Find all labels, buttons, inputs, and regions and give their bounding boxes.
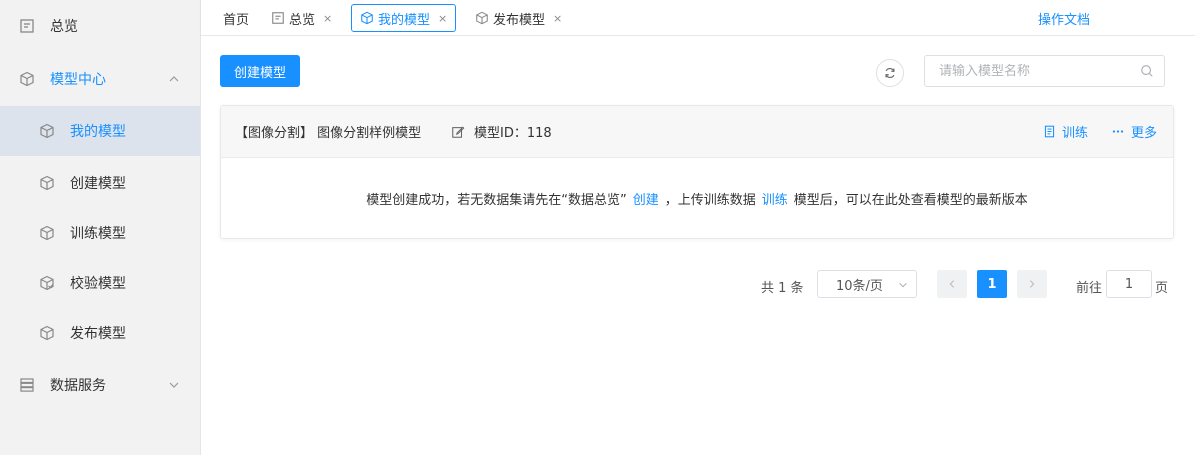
tab-label: 首页 (223, 12, 250, 28)
main-content: 创建模型 【图像分割】 图像分割样例模型 模型ID：118 训练 更多 模型创建… (201, 36, 1195, 455)
sidebar-item-data-service[interactable]: 数据服务 (0, 360, 200, 410)
sidebar-item-validate-model[interactable]: 校验模型 (0, 258, 200, 308)
close-icon[interactable]: × (438, 12, 447, 25)
chevron-right-icon (1029, 280, 1035, 288)
more-label: 更多 (1131, 126, 1158, 141)
sidebar-item-label: 发布模型 (70, 326, 126, 342)
message-text: ，上传训练数据 (664, 192, 756, 208)
model-card-header: 【图像分割】 图像分割样例模型 模型ID：118 训练 更多 (221, 106, 1173, 158)
sidebar-item-publish-model[interactable]: 发布模型 (0, 308, 200, 358)
cube-icon (360, 11, 374, 25)
create-dataset-link[interactable]: 创建 (633, 189, 659, 208)
page-size-select[interactable]: 10条/页 (817, 270, 917, 298)
edit-icon[interactable] (451, 125, 465, 139)
prev-page-button[interactable] (937, 270, 967, 298)
cube-icon (39, 175, 55, 191)
tab-bar: 首页 总览 × 我的模型 × 发布模型 × 操作文档 (201, 0, 1195, 36)
train-label: 训练 (1062, 126, 1089, 141)
dashboard-icon (271, 11, 285, 25)
tab-label: 发布模型 (493, 12, 546, 28)
goto-suffix: 页 (1155, 281, 1169, 296)
sidebar-item-label: 总览 (50, 19, 78, 35)
more-button[interactable]: 更多 (1111, 122, 1157, 141)
close-icon[interactable]: × (553, 12, 562, 25)
model-card-message: 模型创建成功，若无数据集请先在“数据总览” 创建 ，上传训练数据 训练 模型后，… (221, 158, 1173, 238)
cube-icon (39, 225, 55, 241)
page-number-button[interactable]: 1 (977, 270, 1007, 298)
next-page-button[interactable] (1017, 270, 1047, 298)
model-card-title: 【图像分割】 图像分割样例模型 (235, 126, 422, 141)
search-box (924, 55, 1165, 87)
sidebar-item-label: 创建模型 (70, 176, 126, 192)
tab-home[interactable]: 首页 (223, 4, 249, 32)
sidebar: 总览 模型中心 我的模型 创建模型 训练模型 校验模型 发布模型 数据服务 (0, 0, 201, 455)
pagination-total: 共 1 条 (761, 281, 804, 296)
goto-page-input[interactable]: 1 (1106, 270, 1152, 298)
sidebar-item-my-models[interactable]: 我的模型 (0, 106, 200, 156)
chevron-down-icon (169, 382, 179, 388)
message-text: 模型创建成功，若无数据集请先在“数据总览” (366, 192, 627, 208)
cube-icon (19, 71, 35, 87)
model-card: 【图像分割】 图像分割样例模型 模型ID：118 训练 更多 模型创建成功，若无… (220, 105, 1174, 239)
close-icon[interactable]: × (323, 12, 332, 25)
sidebar-item-create-model[interactable]: 创建模型 (0, 158, 200, 208)
tab-label: 总览 (289, 12, 316, 28)
sidebar-item-train-model[interactable]: 训练模型 (0, 208, 200, 258)
search-input[interactable] (939, 63, 1129, 79)
chevron-up-icon (169, 76, 179, 82)
more-dots-icon (1112, 130, 1124, 133)
message-text: 模型后，可以在此处查看模型的最新版本 (793, 192, 1028, 208)
tab-label: 我的模型 (378, 12, 431, 28)
server-icon (19, 377, 35, 393)
sidebar-item-label: 数据服务 (50, 378, 106, 394)
sidebar-item-label: 训练模型 (70, 226, 126, 242)
tab-publish-model[interactable]: 发布模型 × (475, 4, 562, 32)
sidebar-item-overview[interactable]: 总览 (0, 1, 200, 51)
document-icon (1044, 125, 1055, 138)
train-link[interactable]: 训练 (762, 189, 788, 208)
train-button[interactable]: 训练 (1043, 122, 1088, 141)
sidebar-item-label: 模型中心 (50, 72, 106, 88)
chevron-left-icon (949, 280, 955, 288)
cube-icon (39, 325, 55, 341)
refresh-button[interactable] (876, 59, 904, 87)
model-id: 模型ID：118 (474, 126, 552, 141)
page-size-value: 10条/页 (836, 278, 883, 294)
cube-icon (475, 11, 489, 25)
chevron-down-icon (899, 282, 907, 288)
sidebar-item-label: 我的模型 (70, 124, 126, 140)
dashboard-icon (19, 18, 35, 34)
sidebar-item-label: 校验模型 (70, 276, 126, 292)
refresh-icon (885, 67, 895, 79)
cube-check-icon (39, 275, 55, 291)
tab-overview[interactable]: 总览 × (271, 4, 332, 32)
cube-icon (39, 123, 55, 139)
sidebar-item-model-center[interactable]: 模型中心 (0, 54, 200, 104)
goto-label: 前往 (1076, 281, 1103, 296)
search-icon[interactable] (1140, 64, 1154, 78)
doc-link[interactable]: 操作文档 (1038, 9, 1090, 28)
tab-my-models[interactable]: 我的模型 × (351, 4, 457, 32)
create-model-button[interactable]: 创建模型 (220, 55, 300, 87)
